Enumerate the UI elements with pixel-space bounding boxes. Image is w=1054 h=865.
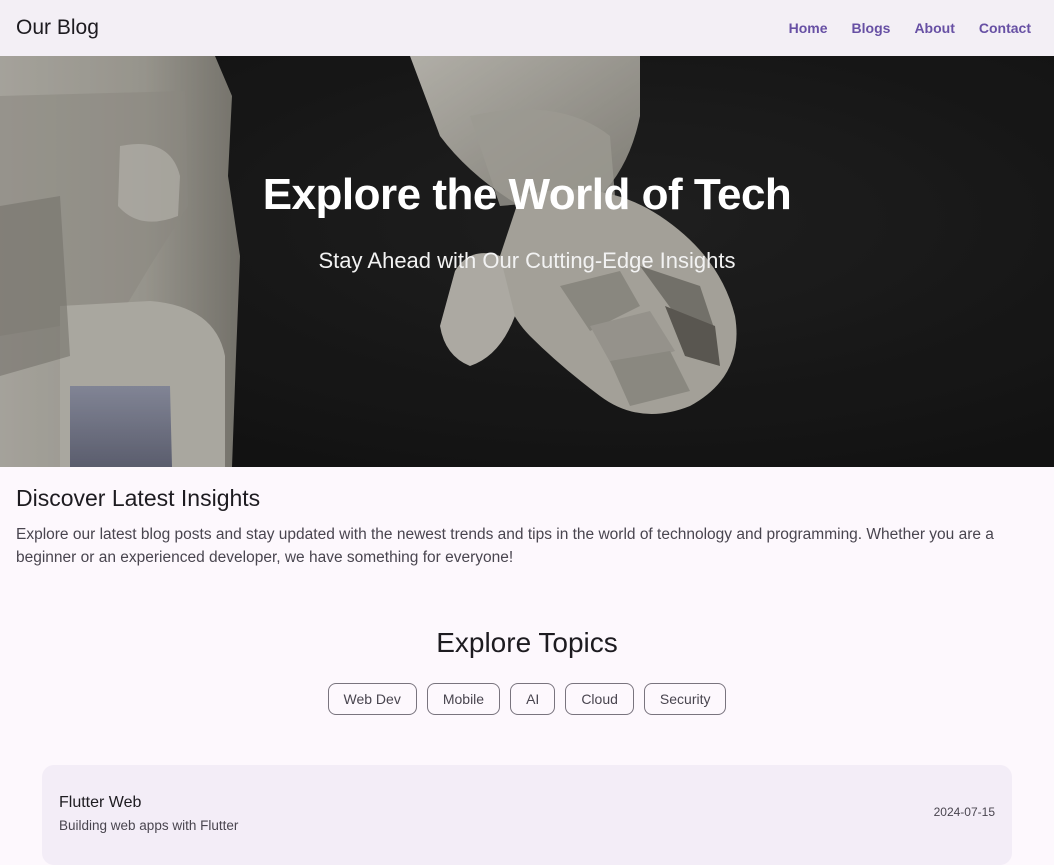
- hero-banner: Explore the World of Tech Stay Ahead wit…: [0, 56, 1054, 467]
- post-subtitle: Building web apps with Flutter: [59, 818, 239, 833]
- topic-chips: Web Dev Mobile AI Cloud Security: [0, 683, 1054, 715]
- nav-contact-link[interactable]: Contact: [967, 20, 1043, 36]
- app-title: Our Blog: [16, 16, 99, 39]
- post-card[interactable]: Flutter Web Building web apps with Flutt…: [42, 765, 1012, 865]
- hero-title: Explore the World of Tech: [262, 170, 792, 219]
- insights-heading: Discover Latest Insights: [16, 485, 261, 511]
- app-bar: Our Blog Home Blogs About Contact: [0, 0, 1054, 56]
- top-nav: Home Blogs About Contact: [777, 20, 1043, 36]
- topics-heading: Explore Topics: [436, 627, 618, 658]
- hero-subtitle: Stay Ahead with Our Cutting-Edge Insight…: [318, 248, 736, 273]
- topic-chip-security[interactable]: Security: [643, 683, 727, 715]
- post-date: 2024-07-15: [933, 805, 995, 819]
- topic-chip-mobile[interactable]: Mobile: [426, 683, 501, 715]
- nav-blogs-link[interactable]: Blogs: [840, 20, 903, 36]
- post-title: Flutter Web: [59, 794, 142, 811]
- topic-chip-cloud[interactable]: Cloud: [565, 683, 634, 715]
- nav-about-link[interactable]: About: [902, 20, 966, 36]
- topic-chip-ai[interactable]: AI: [510, 683, 556, 715]
- nav-home-link[interactable]: Home: [777, 20, 840, 36]
- insights-description: Explore our latest blog posts and stay u…: [16, 526, 994, 566]
- topic-chip-web-dev[interactable]: Web Dev: [327, 683, 417, 715]
